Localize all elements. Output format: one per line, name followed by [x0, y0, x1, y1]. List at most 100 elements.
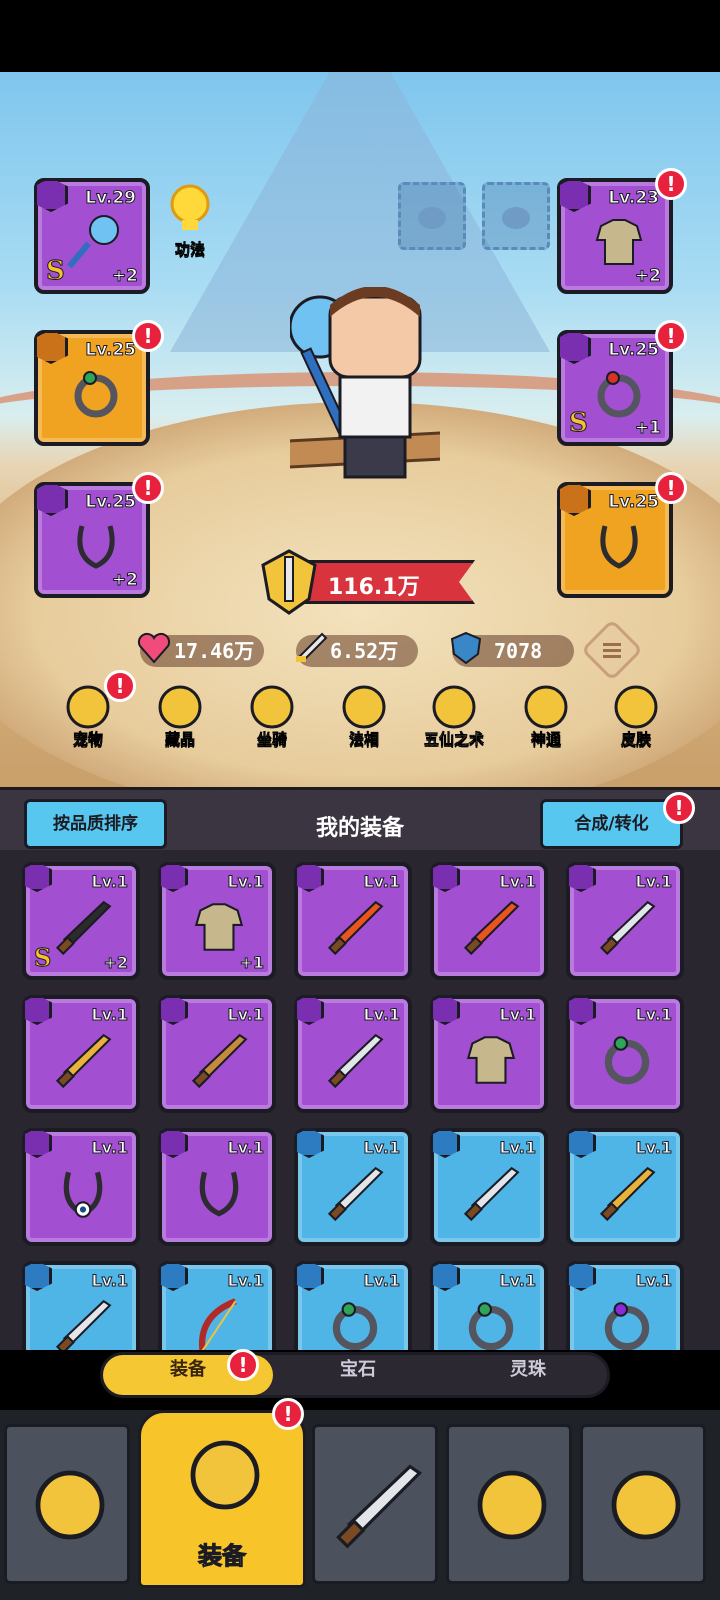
nav-shop[interactable]	[4, 1424, 130, 1584]
level-label: Lv.1	[635, 1271, 673, 1291]
status-bar	[0, 0, 720, 72]
equipment-item[interactable]: Lv.1	[22, 1261, 140, 1350]
equipment-item[interactable]: Lv.1	[430, 1128, 548, 1246]
item-icon-wrap	[460, 1162, 520, 1222]
level-label: Lv.25	[608, 340, 660, 361]
slot-type-badge	[430, 995, 460, 1025]
equipment-item[interactable]: Lv.1	[294, 995, 412, 1113]
equipment-grid[interactable]: Lv.1 +2 S Lv.1 +1 Lv.1 Lv.1 Lv.1 Lv.1 Lv.1 Lv.1 Lv.…	[0, 850, 720, 1350]
cord-necklace-icon	[600, 525, 638, 569]
defense-value: 7078	[494, 639, 543, 663]
equipment-item[interactable]: Lv.1	[294, 1128, 412, 1246]
alert-badge: !	[104, 670, 136, 702]
slot-type-badge	[557, 482, 591, 516]
item-icon-wrap	[188, 896, 248, 956]
cloth-armor-icon	[194, 903, 244, 951]
equipment-item[interactable]: Lv.1	[430, 1261, 548, 1350]
equipped-slot[interactable]: Lv.25 +1 S	[557, 330, 673, 446]
equipment-item[interactable]: Lv.1	[22, 1128, 140, 1246]
level-label: Lv.1	[91, 1005, 129, 1025]
level-label: Lv.1	[227, 1005, 265, 1025]
slot-type-badge	[566, 995, 596, 1025]
jeweled-sword-icon	[327, 1033, 384, 1089]
nav-upgrade-arrow[interactable]	[446, 1424, 572, 1584]
item-icon-wrap	[324, 1029, 384, 1089]
level-label: Lv.1	[363, 1138, 401, 1158]
plus-label: +2	[111, 570, 138, 591]
alert-badge: !	[655, 168, 687, 200]
equipment-item[interactable]: Lv.1	[566, 1261, 684, 1350]
equipment-item[interactable]: Lv.1	[430, 862, 548, 980]
menu-label: 五仙之术	[423, 730, 485, 749]
bronze-spear-icon	[191, 1033, 248, 1089]
equipment-item[interactable]: Lv.1	[158, 1261, 276, 1350]
equipped-slot[interactable]: Lv.25	[34, 330, 150, 446]
eye-amulet-icon	[63, 1171, 103, 1218]
sort-quality-button[interactable]: 按品质排序	[24, 799, 167, 849]
equipment-item[interactable]: Lv.1 +1	[158, 862, 276, 980]
level-label: Lv.1	[227, 1138, 265, 1158]
slot-type-badge	[34, 178, 68, 212]
jeweled-sword-icon	[55, 1299, 112, 1350]
amethyst-ring-icon	[604, 1302, 650, 1350]
blue-orb-staff-icon	[67, 215, 119, 269]
item-icon-wrap	[596, 1162, 656, 1222]
slot-type-badge	[22, 1128, 52, 1158]
item-icon-wrap	[589, 212, 649, 272]
jade-ring-icon	[604, 1036, 650, 1085]
combat-power-value: 116.1万	[328, 575, 420, 600]
equipped-slot[interactable]: Lv.25 +2	[34, 482, 150, 598]
item-icon-wrap	[460, 1029, 520, 1089]
cord-necklace-icon	[77, 525, 115, 569]
plus-label: +2	[634, 266, 661, 287]
equipment-item[interactable]: Lv.1	[430, 995, 548, 1113]
level-label: Lv.1	[363, 1271, 401, 1291]
tab-2[interactable]: 灵珠	[443, 1355, 613, 1395]
equipment-item[interactable]: Lv.1	[158, 1128, 276, 1246]
equipped-slot[interactable]: Lv.29 +2 S	[34, 178, 150, 294]
slot-type-badge	[430, 1261, 460, 1291]
nav-equipment-helmet[interactable]: 装备	[138, 1410, 306, 1588]
slot-type-badge	[158, 1261, 188, 1291]
equipment-item[interactable]: Lv.1	[566, 1128, 684, 1246]
item-icon-wrap	[596, 1029, 656, 1089]
equipment-item[interactable]: Lv.1	[566, 862, 684, 980]
skill-button[interactable]: 功法	[160, 184, 220, 258]
equipped-slot[interactable]: Lv.25	[557, 482, 673, 598]
jade-ring-icon	[74, 371, 118, 418]
plus-label: +1	[634, 418, 661, 439]
level-label: Lv.1	[91, 1271, 129, 1291]
shop-icon	[35, 1470, 105, 1540]
equipment-item[interactable]: Lv.1	[294, 1261, 412, 1350]
equipment-item[interactable]: Lv.1	[294, 862, 412, 980]
alert-badge: !	[272, 1398, 304, 1430]
equipped-slot[interactable]: Lv.23 +2	[557, 178, 673, 294]
item-icon-wrap	[324, 1162, 384, 1222]
equipment-item[interactable]: Lv.1	[22, 995, 140, 1113]
treasure-chest-icon	[611, 1470, 681, 1540]
plus-label: +1	[239, 953, 265, 973]
level-label: Lv.1	[499, 1271, 537, 1291]
bottom-nav: 装备!	[0, 1398, 720, 1600]
equipment-item[interactable]: Lv.1	[158, 995, 276, 1113]
empty-slot[interactable]	[482, 182, 550, 250]
level-label: Lv.1	[635, 1005, 673, 1025]
menu-label: 神通	[530, 730, 562, 749]
item-icon-wrap	[589, 516, 649, 576]
nav-treasure-chest[interactable]	[580, 1424, 706, 1584]
equipment-item[interactable]: Lv.1 +2 S	[22, 862, 140, 980]
equipment-item[interactable]: Lv.1	[566, 995, 684, 1113]
level-label: Lv.1	[227, 1271, 265, 1291]
golden-sword-icon	[55, 1033, 112, 1089]
tab-1[interactable]: 宝石	[273, 1355, 443, 1395]
slot-type-badge	[430, 862, 460, 892]
pet-silhouette-icon	[502, 207, 530, 229]
level-label: Lv.25	[608, 492, 660, 513]
empty-slot[interactable]	[398, 182, 466, 250]
alert-badge: !	[227, 1349, 259, 1381]
nav-crossed-swords[interactable]	[312, 1424, 438, 1584]
compose-convert-button[interactable]: 合成/转化	[540, 799, 683, 849]
s-rank-mark: S	[46, 256, 66, 287]
hero-character	[290, 287, 440, 479]
alert-badge: !	[132, 320, 164, 352]
